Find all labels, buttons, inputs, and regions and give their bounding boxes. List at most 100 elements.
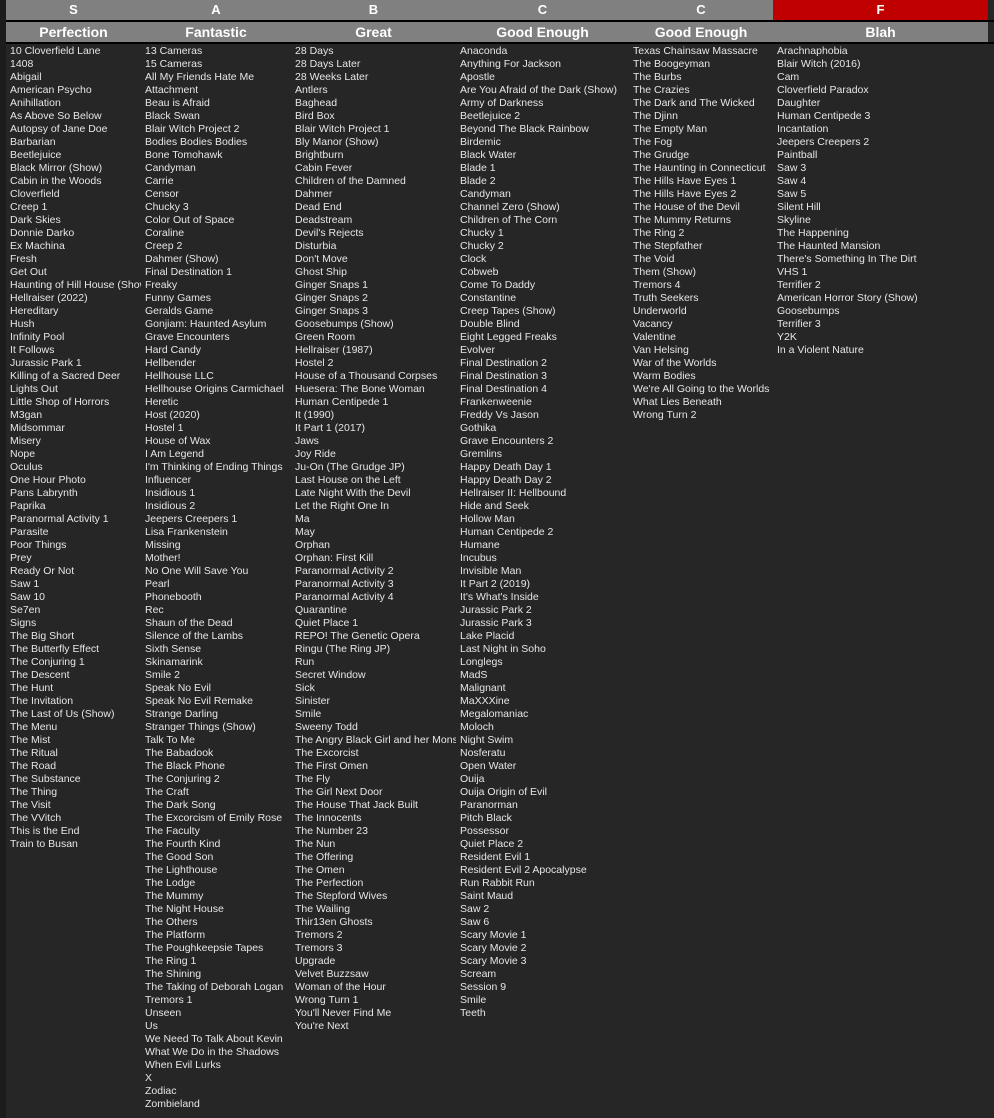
movie-cell[interactable]: Black Water [456,149,629,162]
movie-cell[interactable]: Clock [456,253,629,266]
movie-cell[interactable]: The Lodge [141,877,291,890]
movie-cell[interactable]: You're Next [291,1020,456,1033]
movie-cell[interactable]: Gremlins [456,448,629,461]
movie-cell[interactable]: Barbarian [6,136,141,149]
movie-cell[interactable]: Color Out of Space [141,214,291,227]
movie-cell[interactable]: Silence of the Lambs [141,630,291,643]
movie-cell[interactable]: Grave Encounters [141,331,291,344]
movie-cell[interactable]: Paprika [6,500,141,513]
movie-cell[interactable]: Midsommar [6,422,141,435]
movie-cell[interactable]: Mother! [141,552,291,565]
movie-cell[interactable]: VHS 1 [773,266,988,279]
movie-cell[interactable]: Run Rabbit Run [456,877,629,890]
movie-cell[interactable]: Speak No Evil Remake [141,695,291,708]
movie-cell[interactable]: It (1990) [291,409,456,422]
movie-cell[interactable]: The Ritual [6,747,141,760]
movie-cell[interactable]: Happy Death Day 1 [456,461,629,474]
movie-cell[interactable]: Cabin Fever [291,162,456,175]
movie-cell[interactable]: Unseen [141,1007,291,1020]
movie-cell[interactable]: Infinity Pool [6,331,141,344]
movie-cell[interactable]: The Mummy Returns [629,214,773,227]
movie-cell[interactable]: The Empty Man [629,123,773,136]
movie-cell[interactable]: Night Swim [456,734,629,747]
movie-cell[interactable]: Missing [141,539,291,552]
movie-cell[interactable]: House of a Thousand Corpses [291,370,456,383]
movie-cell[interactable]: Thir13en Ghosts [291,916,456,929]
movie-cell[interactable]: Channel Zero (Show) [456,201,629,214]
movie-cell[interactable]: Woman of the Hour [291,981,456,994]
movie-cell[interactable]: Paranormal Activity 4 [291,591,456,604]
movie-cell[interactable]: The Last of Us (Show) [6,708,141,721]
movie-cell[interactable]: The Taking of Deborah Logan [141,981,291,994]
movie-cell[interactable]: The Omen [291,864,456,877]
movie-cell[interactable]: Haunting of Hill House (Show [6,279,141,292]
movie-cell[interactable]: Creep Tapes (Show) [456,305,629,318]
movie-cell[interactable]: Strange Darling [141,708,291,721]
movie-cell[interactable]: Hostel 1 [141,422,291,435]
movie-cell[interactable]: Wrong Turn 1 [291,994,456,1007]
movie-cell[interactable]: Blair Witch (2016) [773,58,988,71]
movie-cell[interactable]: MadS [456,669,629,682]
movie-cell[interactable]: The Stepford Wives [291,890,456,903]
movie-cell[interactable]: Quarantine [291,604,456,617]
movie-cell[interactable]: House of Wax [141,435,291,448]
movie-cell[interactable]: 1408 [6,58,141,71]
movie-cell[interactable]: All My Friends Hate Me [141,71,291,84]
movie-cell[interactable]: Devil's Rejects [291,227,456,240]
movie-cell[interactable]: Coraline [141,227,291,240]
movie-cell[interactable]: Cobweb [456,266,629,279]
movie-cell[interactable]: Misery [6,435,141,448]
movie-cell[interactable]: Dead End [291,201,456,214]
movie-cell[interactable]: Ready Or Not [6,565,141,578]
movie-cell[interactable]: Silent Hill [773,201,988,214]
movie-cell[interactable]: Dahmer (Show) [141,253,291,266]
movie-cell[interactable]: The Conjuring 2 [141,773,291,786]
movie-cell[interactable]: The Night House [141,903,291,916]
movie-cell[interactable]: Human Centipede 1 [291,396,456,409]
movie-cell[interactable]: The Dark Song [141,799,291,812]
movie-cell[interactable]: Scary Movie 3 [456,955,629,968]
movie-cell[interactable]: The Descent [6,669,141,682]
movie-cell[interactable]: Antlers [291,84,456,97]
movie-cell[interactable]: Human Centipede 3 [773,110,988,123]
movie-cell[interactable]: Stranger Things (Show) [141,721,291,734]
movie-cell[interactable]: Eight Legged Freaks [456,331,629,344]
tier-cell-f[interactable]: F [773,0,988,20]
movie-cell[interactable]: Hollow Man [456,513,629,526]
movie-cell[interactable]: Fresh [6,253,141,266]
movie-cell[interactable]: We Need To Talk About Kevin [141,1033,291,1046]
movie-cell[interactable]: Donnie Darko [6,227,141,240]
movie-cell[interactable]: The Visit [6,799,141,812]
movie-cell[interactable]: Session 9 [456,981,629,994]
movie-cell[interactable]: Terrifier 2 [773,279,988,292]
movie-cell[interactable]: Censor [141,188,291,201]
movie-cell[interactable]: Run [291,656,456,669]
movie-cell[interactable]: Saint Maud [456,890,629,903]
movie-cell[interactable]: 15 Cameras [141,58,291,71]
movie-cell[interactable]: No One Will Save You [141,565,291,578]
movie-cell[interactable]: Hellraiser (1987) [291,344,456,357]
movie-cell[interactable]: The Grudge [629,149,773,162]
movie-cell[interactable]: Wrong Turn 2 [629,409,773,422]
movie-cell[interactable]: Texas Chainsaw Massacre [629,45,773,58]
movie-cell[interactable]: Oculus [6,461,141,474]
movie-cell[interactable]: 28 Days [291,45,456,58]
tier-label-cell[interactable]: Fantastic [141,22,291,42]
movie-cell[interactable]: Insidious 1 [141,487,291,500]
movie-cell[interactable]: Saw 1 [6,578,141,591]
tier-label-cell[interactable]: Great [291,22,456,42]
movie-cell[interactable]: The Menu [6,721,141,734]
movie-cell[interactable]: Ghost Ship [291,266,456,279]
movie-cell[interactable]: Gonjiam: Haunted Asylum [141,318,291,331]
movie-cell[interactable]: Warm Bodies [629,370,773,383]
movie-cell[interactable]: Children of the Damned [291,175,456,188]
movie-cell[interactable]: Blair Witch Project 1 [291,123,456,136]
tier-cell-c[interactable]: C [456,0,629,20]
movie-cell[interactable]: The Innocents [291,812,456,825]
movie-cell[interactable]: Pans Labrynth [6,487,141,500]
movie-cell[interactable]: Quiet Place 2 [456,838,629,851]
movie-cell[interactable]: Arachnaphobia [773,45,988,58]
movie-cell[interactable]: The Perfection [291,877,456,890]
movie-cell[interactable]: Abigail [6,71,141,84]
movie-cell[interactable]: MaXXXine [456,695,629,708]
